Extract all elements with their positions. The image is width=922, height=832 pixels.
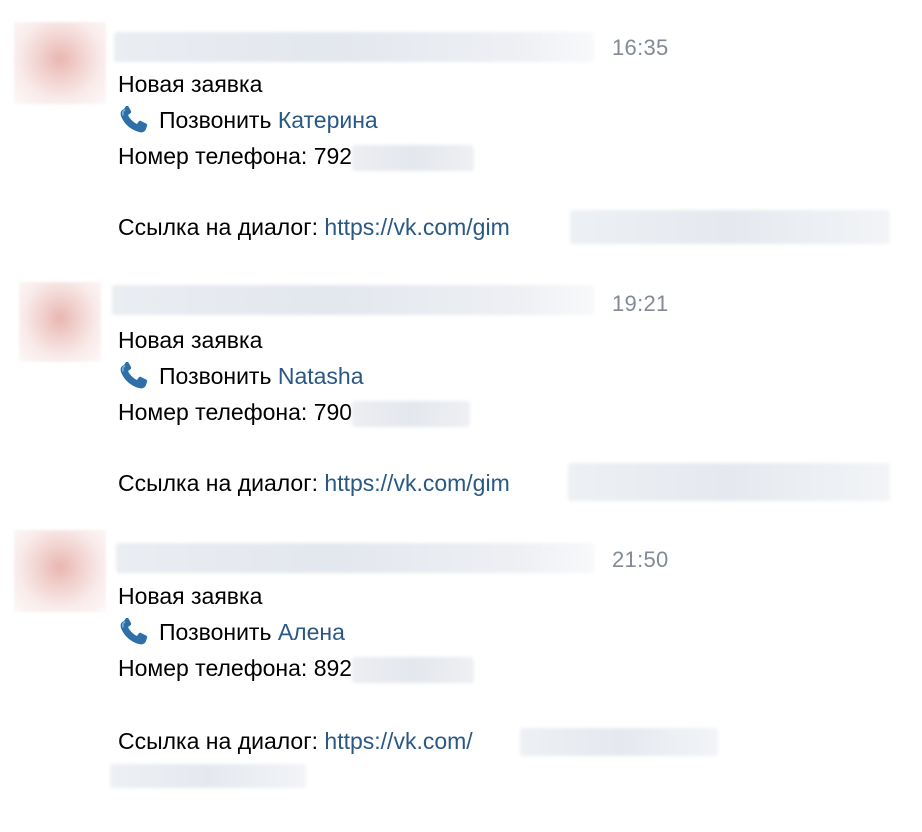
message-item: 21:50 Новая заявка Позвонить Алена Номер…	[0, 512, 922, 788]
message-time: 16:35	[612, 35, 669, 60]
sender-name-redacted[interactable]	[112, 285, 594, 315]
phone-number-redacted	[352, 144, 475, 171]
dialog-label: Ссылка на диалог:	[118, 214, 319, 240]
telephone-receiver-icon	[118, 106, 150, 134]
call-label: Позвонить	[159, 107, 272, 133]
contact-name-link[interactable]: Natasha	[278, 363, 364, 389]
dialog-link-redacted[interactable]	[568, 463, 890, 501]
dialog-line: Ссылка на диалог: https://vk.com/gim	[118, 213, 510, 241]
call-line: Позвонить Катерина	[118, 106, 378, 134]
contact-name-link[interactable]: Алена	[278, 619, 345, 645]
dialog-link[interactable]: https://vk.com/gim	[324, 470, 509, 496]
message-item: 16:35 Новая заявка Позвонить Катерина Но…	[0, 0, 922, 256]
avatar[interactable]	[19, 282, 101, 362]
dialog-link-redacted[interactable]	[570, 210, 890, 244]
phone-line: Номер телефона: 792	[118, 142, 475, 171]
dialog-line: Ссылка на диалог: https://vk.com/	[118, 727, 473, 755]
message-time: 19:21	[612, 291, 669, 316]
avatar[interactable]	[14, 22, 106, 104]
message-title: Новая заявка	[118, 71, 263, 97]
dialog-link-redacted-continued[interactable]	[110, 764, 306, 788]
sender-name-redacted[interactable]	[116, 543, 594, 573]
call-line: Позвонить Алена	[118, 618, 345, 646]
sender-name-redacted[interactable]	[114, 32, 594, 62]
telephone-receiver-icon	[118, 618, 150, 646]
message-title: Новая заявка	[118, 327, 263, 353]
dialog-link-redacted[interactable]	[520, 728, 718, 756]
phone-number: 792	[313, 143, 353, 169]
phone-label: Номер телефона:	[118, 143, 308, 169]
avatar[interactable]	[14, 530, 106, 612]
message-item: 19:21 Новая заявка Позвонить Natasha Ном…	[0, 256, 922, 512]
message-title: Новая заявка	[118, 583, 263, 609]
phone-number-redacted	[352, 656, 475, 683]
phone-number: 790	[313, 399, 353, 425]
dialog-link[interactable]: https://vk.com/gim	[324, 214, 509, 240]
phone-label: Номер телефона:	[118, 655, 308, 681]
dialog-line: Ссылка на диалог: https://vk.com/gim	[118, 469, 510, 497]
contact-name-link[interactable]: Катерина	[278, 107, 378, 133]
phone-number-redacted	[352, 400, 471, 427]
phone-label: Номер телефона:	[118, 399, 308, 425]
call-label: Позвонить	[159, 619, 272, 645]
phone-line: Номер телефона: 892	[118, 654, 475, 683]
phone-number: 892	[313, 655, 353, 681]
dialog-label: Ссылка на диалог:	[118, 728, 319, 754]
message-time: 21:50	[612, 547, 669, 572]
call-line: Позвонить Natasha	[118, 362, 364, 390]
dialog-link[interactable]: https://vk.com/	[324, 728, 472, 754]
phone-line: Номер телефона: 790	[118, 398, 471, 427]
dialog-label: Ссылка на диалог:	[118, 470, 319, 496]
call-label: Позвонить	[159, 363, 272, 389]
telephone-receiver-icon	[118, 362, 150, 390]
